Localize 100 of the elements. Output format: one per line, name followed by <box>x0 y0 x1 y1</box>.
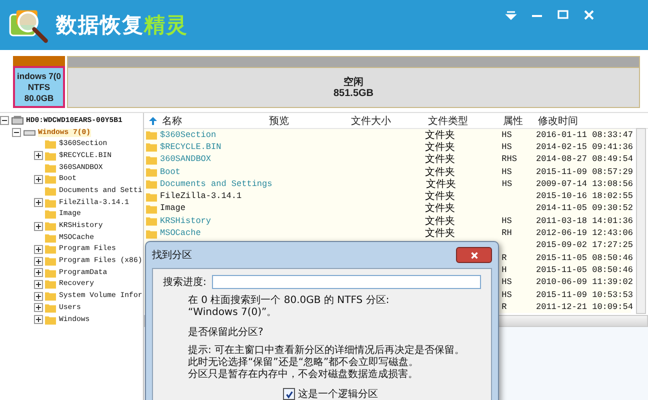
table-cell: RHS <box>502 154 517 166</box>
table-cell: 2015-11-05 08:50:46 <box>536 264 633 276</box>
message-text: 在 0 柱面搜索到一个 80.0GB 的 NTFS 分区: <box>188 295 390 307</box>
maximize-icon[interactable] <box>556 8 570 22</box>
file-name[interactable]: MSOCache <box>160 228 201 240</box>
folder-icon <box>146 179 157 190</box>
close-icon[interactable] <box>582 8 596 22</box>
partition-block[interactable]: 空闲 851.5GB <box>67 68 640 108</box>
folder-icon <box>45 232 56 243</box>
column-header[interactable]: 文件大小 <box>351 114 428 128</box>
close-button[interactable] <box>456 247 492 263</box>
folder-icon <box>146 142 157 152</box>
file-name[interactable]: Documents and Settings <box>160 178 272 190</box>
table-cell: 2011-03-18 14:01:36 <box>536 216 633 227</box>
dialog-title: 找到分区 <box>152 248 192 262</box>
column-header[interactable]: 文件类型 <box>428 114 503 128</box>
message-text: “Windows 7(0)”。 <box>188 307 278 319</box>
up-arrow-icon[interactable] <box>148 116 158 126</box>
expand-icon[interactable] <box>34 256 43 266</box>
close-icon <box>470 250 478 260</box>
table-cell: 2015-11-09 08:57:29 <box>536 166 633 178</box>
vertical-scrollbar[interactable] <box>636 128 646 314</box>
partition-filesystem: NTFS <box>28 82 50 92</box>
table-cell: 文件夹 <box>424 166 455 178</box>
table-cell: 文件夹 <box>426 178 456 190</box>
expand-icon[interactable] <box>34 198 43 208</box>
column-header[interactable]: 属性 <box>503 114 538 128</box>
table-cell: HS <box>502 290 512 300</box>
folder-icon <box>45 302 56 313</box>
folder-icon <box>45 291 56 302</box>
drive-icon <box>23 127 36 138</box>
table-cell: 2009-07-14 13:08:56 <box>536 178 633 190</box>
folder-icon <box>45 268 56 278</box>
table-cell: HS <box>502 216 512 227</box>
progress-label: 搜索进度: <box>163 276 206 289</box>
table-cell: 2015-11-05 08:50:46 <box>536 252 633 264</box>
folder-icon <box>45 279 56 290</box>
table-cell: 2011-12-21 10:09:54 <box>536 302 633 313</box>
expand-icon[interactable] <box>34 315 43 324</box>
partition-header-bar <box>13 56 65 66</box>
file-name[interactable]: Image <box>160 203 186 214</box>
table-cell: 2015-10-16 18:02:55 <box>536 191 633 202</box>
expand-icon[interactable] <box>34 280 43 289</box>
table-cell: R <box>502 252 507 264</box>
partition-name: 空闲 <box>344 76 364 88</box>
table-cell: 文件夹 <box>424 216 455 227</box>
collapse-icon[interactable] <box>12 128 21 138</box>
table-cell: 文件夹 <box>424 203 455 214</box>
folder-icon <box>45 256 56 266</box>
app-title: 数据恢复精灵 <box>56 12 188 39</box>
table-cell: R <box>502 302 507 313</box>
table-cell: HS <box>502 142 512 153</box>
tip-text: 提示: 可在主窗口中查看新分区的详细情况后再决定是否保留。 <box>188 345 466 356</box>
expand-icon[interactable] <box>34 292 43 301</box>
folder-icon <box>146 228 157 239</box>
folder-icon <box>146 192 157 202</box>
tip-text: 此时无论选择“保留”还是“忽略”都不会立即写磁盘。 <box>188 357 420 368</box>
folder-icon <box>45 314 56 325</box>
file-name[interactable]: 360SANDBOX <box>160 154 212 166</box>
table-cell: 文件夹 <box>424 154 455 166</box>
table-cell: 2010-06-09 11:39:02 <box>536 277 633 288</box>
table-cell: 2015-11-09 10:53:53 <box>536 290 633 300</box>
expand-icon[interactable] <box>34 244 43 254</box>
table-cell: HS <box>502 178 512 190</box>
expand-icon[interactable] <box>34 303 43 312</box>
question-text: 是否保留此分区? <box>187 326 264 339</box>
folder-icon <box>45 244 56 254</box>
table-cell: 文件夹 <box>424 191 455 202</box>
table-cell: 文件夹 <box>424 228 455 240</box>
file-name[interactable]: Boot <box>160 166 180 178</box>
partition-size: 80.0GB <box>24 92 54 104</box>
column-header[interactable]: 预览 <box>269 114 351 128</box>
folder-icon <box>146 216 157 226</box>
checkbox[interactable] <box>283 388 295 400</box>
collapse-icon[interactable] <box>0 116 9 126</box>
table-cell: 2014-02-15 09:41:36 <box>536 142 633 153</box>
column-header[interactable]: 名称 <box>162 114 269 128</box>
column-header[interactable]: 修改时间 <box>538 114 633 128</box>
checkbox-label[interactable]: 这是一个逻辑分区 <box>298 387 378 400</box>
folder-icon <box>45 174 56 184</box>
file-name[interactable]: $360Section <box>160 130 216 141</box>
table-cell: 2014-11-05 09:30:52 <box>536 203 633 214</box>
tip-text: 分区只是暂存在内存中，不会对磁盘数据造成损害。 <box>188 369 419 381</box>
table-cell: H <box>502 264 507 276</box>
file-name[interactable]: FileZilla-3.14.1 <box>160 191 242 202</box>
folder-icon <box>45 162 56 173</box>
expand-icon[interactable] <box>34 151 43 160</box>
expand-icon[interactable] <box>34 222 43 231</box>
partition-block[interactable]: indows 7(0 NTFS 80.0GB <box>13 66 65 108</box>
partition-name: indows 7(0 <box>17 70 61 82</box>
folder-icon <box>45 186 56 196</box>
folder-icon <box>45 209 56 220</box>
table-cell: HS <box>502 130 512 141</box>
file-name[interactable]: $RECYCLE.BIN <box>160 142 222 153</box>
file-name[interactable]: KRSHistory <box>160 216 212 227</box>
table-cell: 文件夹 <box>424 142 455 153</box>
expand-icon[interactable] <box>34 174 43 184</box>
table-cell: HS <box>502 277 512 288</box>
folder-icon <box>146 154 157 165</box>
expand-icon[interactable] <box>34 268 43 278</box>
